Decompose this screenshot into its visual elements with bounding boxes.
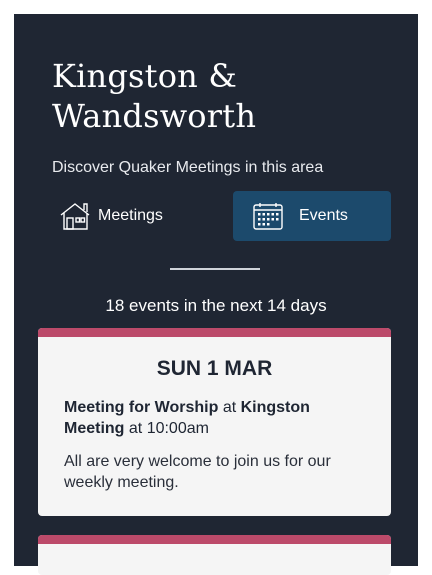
tab-meetings-label: Meetings [98, 207, 163, 224]
page-title: Kingston & Wandsworth [52, 57, 257, 135]
events-count: 18 events in the next 14 days [105, 296, 327, 315]
event-card[interactable] [38, 535, 391, 575]
event-card-accent [38, 535, 391, 544]
event-time: at 10:00am [124, 420, 209, 437]
tab-events-label: Events [299, 207, 348, 224]
calendar-icon [253, 203, 283, 230]
tab-meetings[interactable]: Meetings [38, 191, 188, 241]
event-card[interactable]: SUN 1 MAR Meeting for Worship at Kingsto… [38, 328, 391, 516]
event-at: at [218, 399, 241, 416]
page-subtitle: Discover Quaker Meetings in this area [52, 159, 324, 176]
event-card-accent [38, 328, 391, 337]
house-icon [60, 203, 90, 230]
section-divider [170, 268, 260, 270]
event-headline: Meeting for Worship at Kingston Meeting … [64, 397, 365, 439]
event-description: All are very welcome to join us for our … [64, 453, 331, 491]
event-date: SUN 1 MAR [156, 357, 273, 380]
tab-events[interactable]: Events [233, 191, 391, 241]
event-title: Meeting for Worship [64, 399, 219, 416]
